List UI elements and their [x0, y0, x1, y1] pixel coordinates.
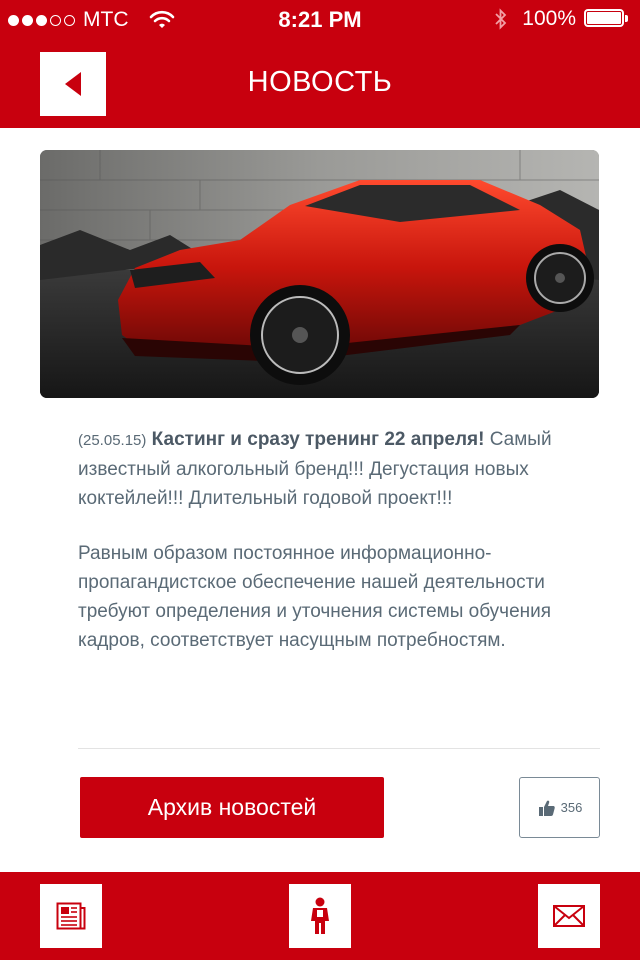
- nav-news-button[interactable]: [40, 884, 102, 948]
- article-image: [40, 150, 599, 398]
- mail-icon: [553, 905, 585, 927]
- article-date: (25.05.15): [78, 432, 147, 449]
- news-archive-button[interactable]: Архив новостей: [80, 777, 384, 838]
- battery-percent: 100%: [522, 7, 576, 30]
- header: МТС 8:21 PM 100% НОВОСТЬ: [0, 0, 640, 128]
- status-bar: МТС 8:21 PM 100%: [0, 0, 640, 40]
- article-intro: (25.05.15) Кастинг и сразу тренинг 22 ап…: [78, 425, 598, 513]
- red-sports-car-photo: [40, 150, 599, 398]
- like-button[interactable]: 356: [519, 777, 600, 838]
- person-icon: [311, 897, 329, 934]
- article-headline: Кастинг и сразу тренинг 22 апреля!: [151, 429, 485, 450]
- thumbs-up-icon: [538, 800, 555, 816]
- likes-count: 356: [560, 800, 583, 815]
- bluetooth-icon: [495, 8, 507, 30]
- divider: [78, 748, 600, 749]
- page-title: НОВОСТЬ: [247, 66, 393, 98]
- news-icon: [56, 902, 86, 930]
- bottom-nav: [0, 872, 640, 960]
- nav-profile-button[interactable]: [289, 884, 351, 948]
- article-text: (25.05.15) Кастинг и сразу тренинг 22 ап…: [78, 425, 598, 655]
- nav-mail-button[interactable]: [538, 884, 600, 948]
- article-body: Равным образом постоянное информационно-…: [78, 543, 552, 651]
- status-right: 100%: [494, 7, 630, 31]
- battery-icon: [584, 9, 630, 29]
